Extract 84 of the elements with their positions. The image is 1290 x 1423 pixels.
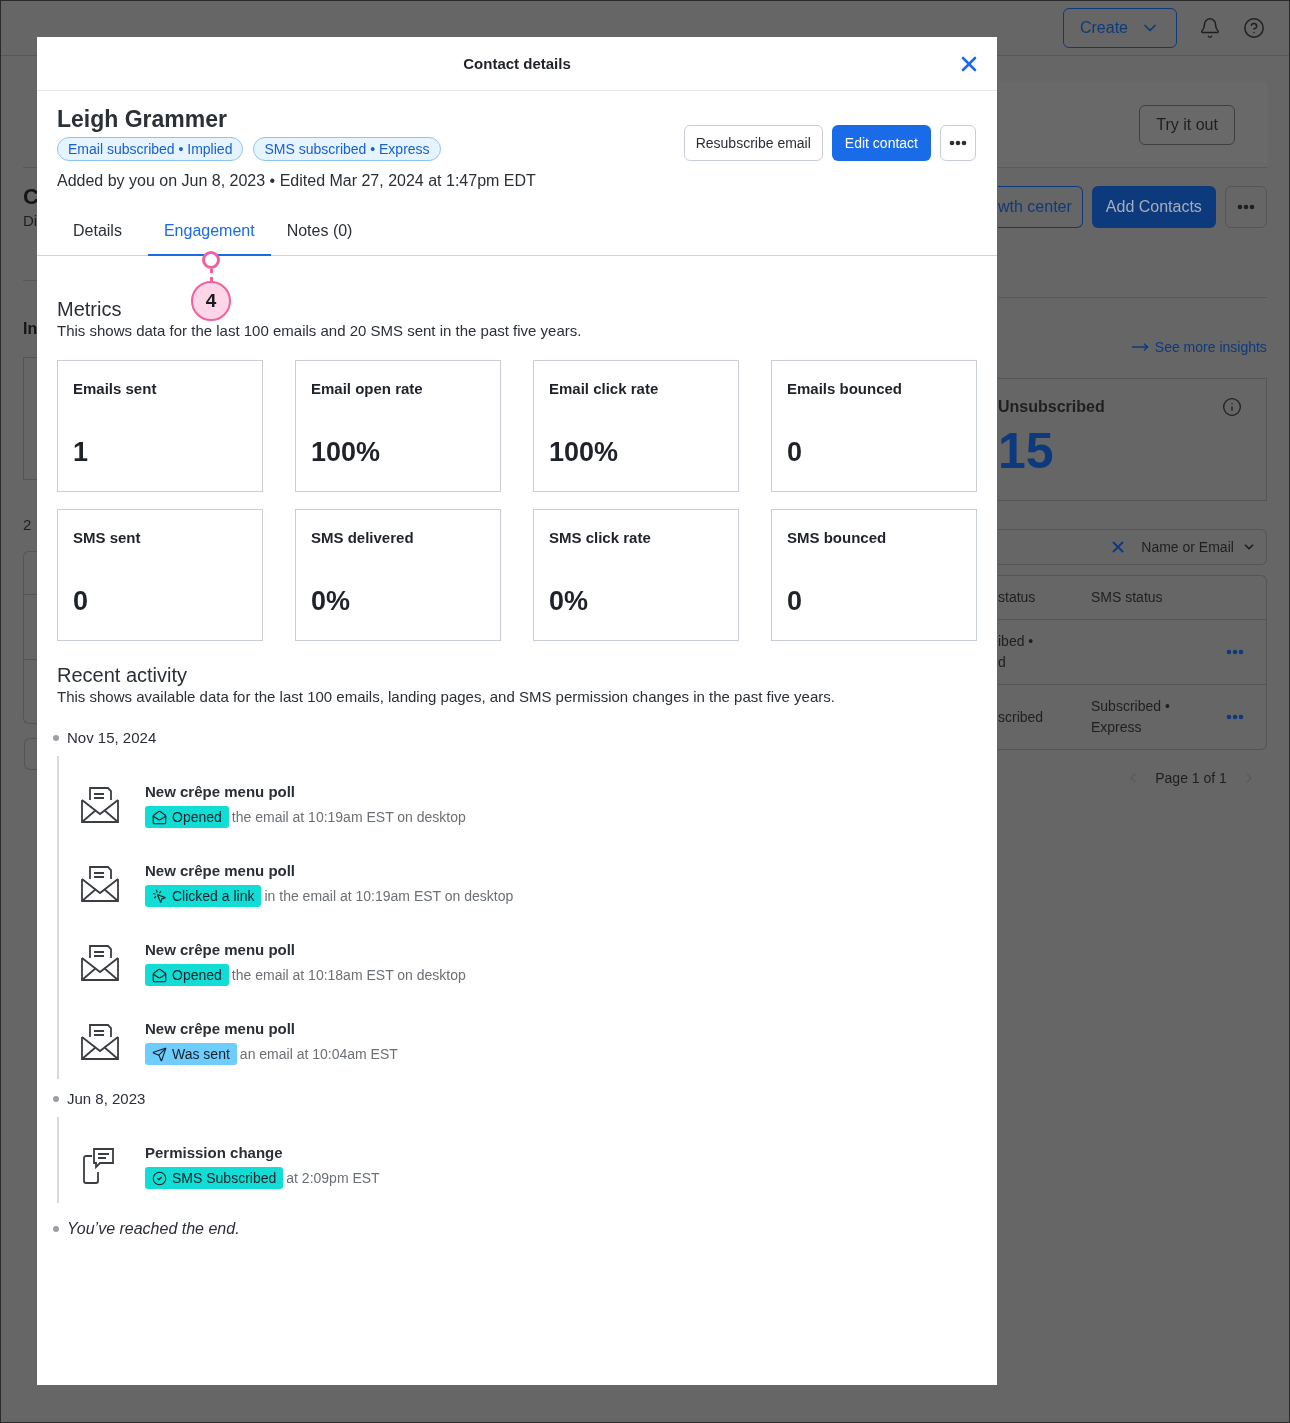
add-contacts-button[interactable]: Add Contacts: [1091, 186, 1216, 228]
section-description: This shows data for the last 100 emails and 20 SMS sent in the past five years.: [57, 321, 583, 341]
subscription-badge: SMS subscribed • Express: [253, 137, 441, 161]
timeline-dot: [53, 1096, 59, 1102]
metric-label: Emails sent: [73, 380, 158, 398]
page-indicator: Page 1 of 1: [1155, 770, 1227, 786]
table-cell-text: d: [998, 653, 1006, 672]
activity-detail: the email at 10:19am EST on desktop: [231, 809, 466, 825]
table-cell-text: scribed: [998, 707, 1044, 727]
timeline-dot: [53, 1226, 59, 1232]
activity-detail: the email at 10:18am EST on desktop: [231, 967, 466, 983]
metric-value: 100%: [311, 436, 382, 468]
help-icon[interactable]: [1243, 17, 1265, 39]
section-heading: In: [23, 319, 38, 339]
envelope-icon: [80, 865, 120, 903]
section-description: This shows available data for the last 100 emails, landing pages, and SMS permission changes in the past five years.: [57, 687, 836, 707]
activity-title: New crêpe menu poll: [145, 782, 297, 801]
metric-value: 0: [787, 585, 804, 617]
activity-title: Permission change: [145, 1143, 284, 1162]
annotation-marker: 4: [191, 281, 231, 321]
info-icon[interactable]: [1221, 397, 1242, 417]
metric-value: 0: [73, 585, 90, 617]
metric-label: SMS sent: [73, 529, 142, 547]
more-icon: [949, 140, 967, 146]
contact-count: 2: [23, 516, 32, 534]
metric-label: Email open rate: [311, 380, 424, 398]
mail-open-icon: [152, 967, 167, 983]
paper-plane-icon: [152, 1046, 167, 1062]
activity-title: New crêpe menu poll: [145, 861, 297, 880]
envelope-icon: [80, 1023, 120, 1061]
activity-detail: an email at 10:04am EST: [239, 1046, 398, 1062]
try-it-out-button[interactable]: Try it out: [1139, 104, 1235, 145]
activity-badge: Was sent: [145, 1043, 237, 1065]
metric-label: SMS delivered: [311, 529, 415, 547]
timeline-dot: [53, 735, 59, 741]
end-of-list-text: You’ve reached the end.: [67, 1219, 240, 1239]
tab[interactable]: Details: [57, 213, 138, 256]
notification-icon[interactable]: [1199, 17, 1221, 39]
contact-name: Leigh Grammer: [57, 105, 228, 134]
table-cell-text: ibed •: [998, 632, 1034, 651]
metric-value: 0%: [549, 585, 590, 617]
section-title: Metrics: [57, 297, 122, 321]
more-icon: [1236, 204, 1255, 210]
activity-detail: in the email at 10:19am EST on desktop: [264, 888, 514, 904]
activity-date: Jun 8, 2023: [67, 1089, 146, 1109]
tab[interactable]: Notes (0): [270, 213, 369, 256]
activity-badge: SMS Subscribed: [145, 1167, 284, 1189]
column-header: SMS status: [1091, 588, 1163, 607]
table-cell-text: Express: [1091, 718, 1142, 737]
subscription-badge: Email subscribed • Implied: [57, 137, 244, 161]
stat-label: Unsubscribed: [998, 397, 1106, 417]
search-field[interactable]: Name or Email: [998, 529, 1267, 565]
activity-badge: Clicked a link: [145, 885, 262, 907]
column-header: status: [998, 588, 1036, 607]
mail-open-icon: [152, 809, 167, 825]
search-scope-dropdown[interactable]: Name or Email: [1141, 539, 1256, 555]
page-subheading: Di: [23, 212, 38, 230]
page-heading: C: [23, 183, 39, 211]
section-title: Recent activity: [57, 663, 188, 687]
activity-title: New crêpe menu poll: [145, 1019, 297, 1038]
activity-badge: Opened: [145, 806, 229, 828]
table-cell-text: Subscribed •: [1091, 697, 1170, 716]
contact-meta: Added by you on Jun 8, 2023 • Edited Mar 27, 2024 at 1:47pm EDT: [57, 171, 536, 191]
envelope-icon: [80, 944, 120, 982]
metric-label: Emails bounced: [787, 380, 904, 398]
metric-value: 100%: [549, 436, 620, 468]
metric-value: 0%: [311, 585, 352, 617]
metric-value: 0: [787, 436, 804, 468]
metric-value: 1: [73, 436, 90, 468]
metric-label: Email click rate: [549, 380, 660, 398]
phone-message-icon: [80, 1147, 116, 1185]
stat-value: 15: [998, 423, 1055, 479]
activity-detail: at 2:09pm EST: [286, 1170, 380, 1186]
pointer-click-icon: [152, 888, 167, 904]
envelope-icon: [80, 786, 120, 824]
edit-contact-button[interactable]: Edit contact: [831, 125, 931, 161]
resubscribe-email-button[interactable]: Resubscribe email: [683, 125, 823, 161]
activity-title: New crêpe menu poll: [145, 940, 297, 959]
check-circle-icon: [152, 1170, 167, 1186]
metric-label: SMS click rate: [549, 529, 652, 547]
activity-badge: Opened: [145, 964, 229, 986]
activity-date: Nov 15, 2024: [67, 728, 157, 748]
dialog-title: Contact details: [463, 55, 571, 72]
metric-label: SMS bounced: [787, 529, 888, 547]
